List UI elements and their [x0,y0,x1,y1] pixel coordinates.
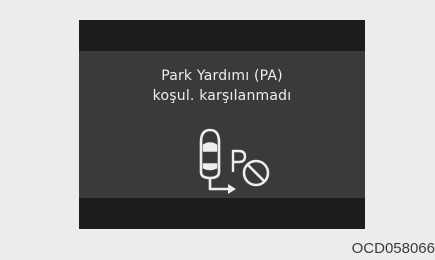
message-line-2: koşul. karşılanmadı [152,88,292,104]
cluster-display: Park Yardımı (PA) koşul. karşılanmadı [79,20,365,229]
figure-code: OCD058066 [351,240,435,257]
parking-assist-unavailable-icon [199,128,270,194]
message-line-1: Park Yardımı (PA) [161,68,283,84]
display-bottom-bar [79,198,365,229]
display-top-bar [79,20,365,51]
warning-message: Park Yardımı (PA) koşul. karşılanmadı [79,66,365,106]
